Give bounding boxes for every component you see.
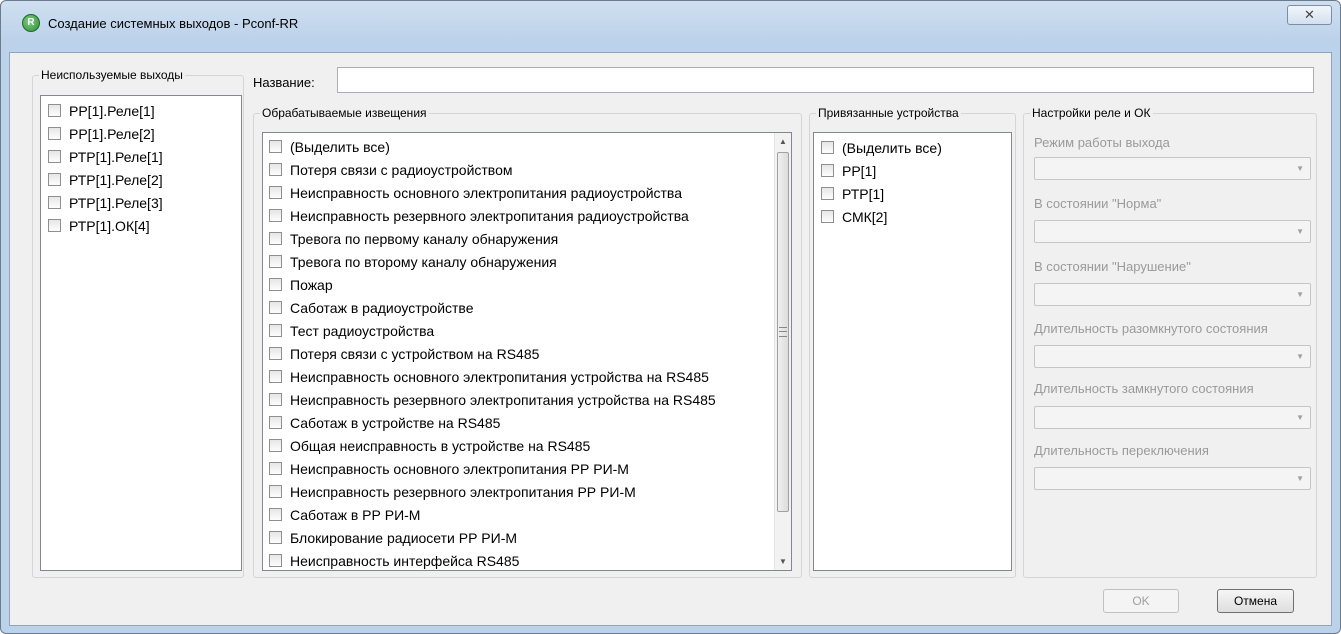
checkbox[interactable]: [48, 104, 61, 117]
checkbox[interactable]: [821, 164, 834, 177]
scroll-down-icon[interactable]: ▼: [775, 553, 791, 570]
list-item[interactable]: Тревога по первому каналу обнаружения: [269, 227, 773, 250]
list-item[interactable]: Неисправность резервного электропитания …: [269, 204, 773, 227]
unused-outputs-title: Неиспользуемые выходы: [39, 68, 185, 82]
checkbox[interactable]: [269, 370, 282, 383]
checkbox[interactable]: [269, 255, 282, 268]
checkbox[interactable]: [269, 324, 282, 337]
checkbox[interactable]: [269, 462, 282, 475]
list-item[interactable]: Саботаж в РР РИ-М: [269, 503, 773, 526]
checkbox[interactable]: [269, 278, 282, 291]
ok-button[interactable]: OK: [1103, 589, 1179, 613]
checkbox[interactable]: [48, 173, 61, 186]
switch-duration-select[interactable]: ▼: [1034, 467, 1311, 490]
list-item[interactable]: Неисправность основного электропитания р…: [269, 181, 773, 204]
open-duration-label: Длительность разомкнутого состояния: [1034, 321, 1268, 336]
checkbox[interactable]: [269, 485, 282, 498]
close-button[interactable]: ✕: [1287, 5, 1332, 25]
list-item[interactable]: Неисправность резервного электропитания …: [269, 388, 773, 411]
list-item[interactable]: (Выделить все): [269, 135, 773, 158]
unused-outputs-list[interactable]: РР[1].Реле[1] РР[1].Реле[2] РТР[1].Реле[…: [40, 95, 242, 571]
linked-devices-title: Привязанные устройства: [816, 106, 961, 120]
closed-duration-label: Длительность замкнутого состояния: [1034, 381, 1254, 396]
checkbox[interactable]: [48, 150, 61, 163]
checkbox[interactable]: [269, 531, 282, 544]
dialog-window: R Создание системных выходов - Pconf-RR …: [0, 0, 1341, 634]
checkbox[interactable]: [269, 554, 282, 567]
list-item[interactable]: (Выделить все): [821, 136, 1011, 159]
list-item[interactable]: Тест радиоустройства: [269, 319, 773, 342]
list-item[interactable]: Потеря связи с радиоустройством: [269, 158, 773, 181]
output-mode-label: Режим работы выхода: [1034, 135, 1170, 150]
list-item[interactable]: Неисправность резервного электропитания …: [269, 480, 773, 503]
chevron-down-icon: ▼: [1296, 413, 1304, 422]
checkbox[interactable]: [269, 163, 282, 176]
list-item[interactable]: Неисправность основного электропитания у…: [269, 365, 773, 388]
violation-state-select[interactable]: ▼: [1034, 283, 1311, 306]
list-item[interactable]: Саботаж в радиоустройстве: [269, 296, 773, 319]
closed-duration-select[interactable]: ▼: [1034, 406, 1311, 429]
list-item[interactable]: РТР[1]: [821, 182, 1011, 205]
chevron-down-icon: ▼: [1296, 227, 1304, 236]
scroll-up-icon[interactable]: ▲: [775, 133, 791, 150]
checkbox[interactable]: [269, 232, 282, 245]
checkbox[interactable]: [269, 393, 282, 406]
chevron-down-icon: ▼: [1296, 352, 1304, 361]
list-item[interactable]: СМК[2]: [821, 205, 1011, 228]
norm-state-label: В состоянии "Норма": [1034, 196, 1162, 211]
list-item[interactable]: Пожар: [269, 273, 773, 296]
dialog-client-area: Неиспользуемые выходы РР[1].Реле[1] РР[1…: [9, 52, 1332, 626]
open-duration-select[interactable]: ▼: [1034, 345, 1311, 368]
checkbox[interactable]: [821, 141, 834, 154]
list-item[interactable]: Общая неисправность в устройстве на RS48…: [269, 434, 773, 457]
checkbox[interactable]: [269, 416, 282, 429]
checkbox[interactable]: [269, 508, 282, 521]
list-item[interactable]: РТР[1].Реле[2]: [48, 168, 241, 191]
switch-duration-label: Длительность переключения: [1034, 443, 1209, 458]
list-item[interactable]: Неисправность основного электропитания Р…: [269, 457, 773, 480]
list-item[interactable]: РР[1]: [821, 159, 1011, 182]
list-item[interactable]: Блокирование радиосети РР РИ-М: [269, 526, 773, 549]
checkbox[interactable]: [269, 140, 282, 153]
checkbox[interactable]: [48, 196, 61, 209]
scrollbar-thumb[interactable]: [777, 152, 789, 512]
checkbox[interactable]: [821, 187, 834, 200]
list-item[interactable]: РТР[1].ОК[4]: [48, 214, 241, 237]
list-item[interactable]: Тревога по второму каналу обнаружения: [269, 250, 773, 273]
chevron-down-icon: ▼: [1296, 164, 1304, 173]
notifications-title: Обрабатываемые извещения: [260, 106, 429, 120]
norm-state-select[interactable]: ▼: [1034, 220, 1311, 243]
list-item[interactable]: РР[1].Реле[1]: [48, 99, 241, 122]
list-item[interactable]: РТР[1].Реле[3]: [48, 191, 241, 214]
notifications-scrollbar[interactable]: ▲ ▼: [774, 133, 791, 570]
cancel-button[interactable]: Отмена: [1217, 589, 1294, 613]
app-logo-icon: R: [22, 14, 40, 32]
violation-state-label: В состоянии "Нарушение": [1034, 259, 1191, 274]
list-item[interactable]: Неисправность интерфейса RS485: [269, 549, 773, 570]
relay-settings-title: Настройки реле и ОК: [1030, 106, 1153, 120]
notifications-list[interactable]: (Выделить все) Потеря связи с радиоустро…: [262, 132, 792, 571]
list-item[interactable]: Потеря связи с устройством на RS485: [269, 342, 773, 365]
chevron-down-icon: ▼: [1296, 474, 1304, 483]
checkbox[interactable]: [269, 186, 282, 199]
list-item[interactable]: Саботаж в устройстве на RS485: [269, 411, 773, 434]
checkbox[interactable]: [48, 219, 61, 232]
chevron-down-icon: ▼: [1296, 290, 1304, 299]
list-item[interactable]: РР[1].Реле[2]: [48, 122, 241, 145]
checkbox[interactable]: [821, 210, 834, 223]
grip-icon: [779, 327, 787, 337]
checkbox[interactable]: [269, 347, 282, 360]
checkbox[interactable]: [48, 127, 61, 140]
name-label: Название:: [253, 75, 315, 90]
linked-devices-list[interactable]: (Выделить все) РР[1] РТР[1] СМК[2]: [813, 132, 1012, 571]
output-mode-select[interactable]: ▼: [1034, 157, 1311, 180]
checkbox[interactable]: [269, 209, 282, 222]
window-title: Создание системных выходов - Pconf-RR: [48, 16, 299, 31]
list-item[interactable]: РТР[1].Реле[1]: [48, 145, 241, 168]
checkbox[interactable]: [269, 301, 282, 314]
title-bar[interactable]: R Создание системных выходов - Pconf-RR …: [1, 1, 1340, 45]
checkbox[interactable]: [269, 439, 282, 452]
name-input[interactable]: [337, 67, 1314, 93]
